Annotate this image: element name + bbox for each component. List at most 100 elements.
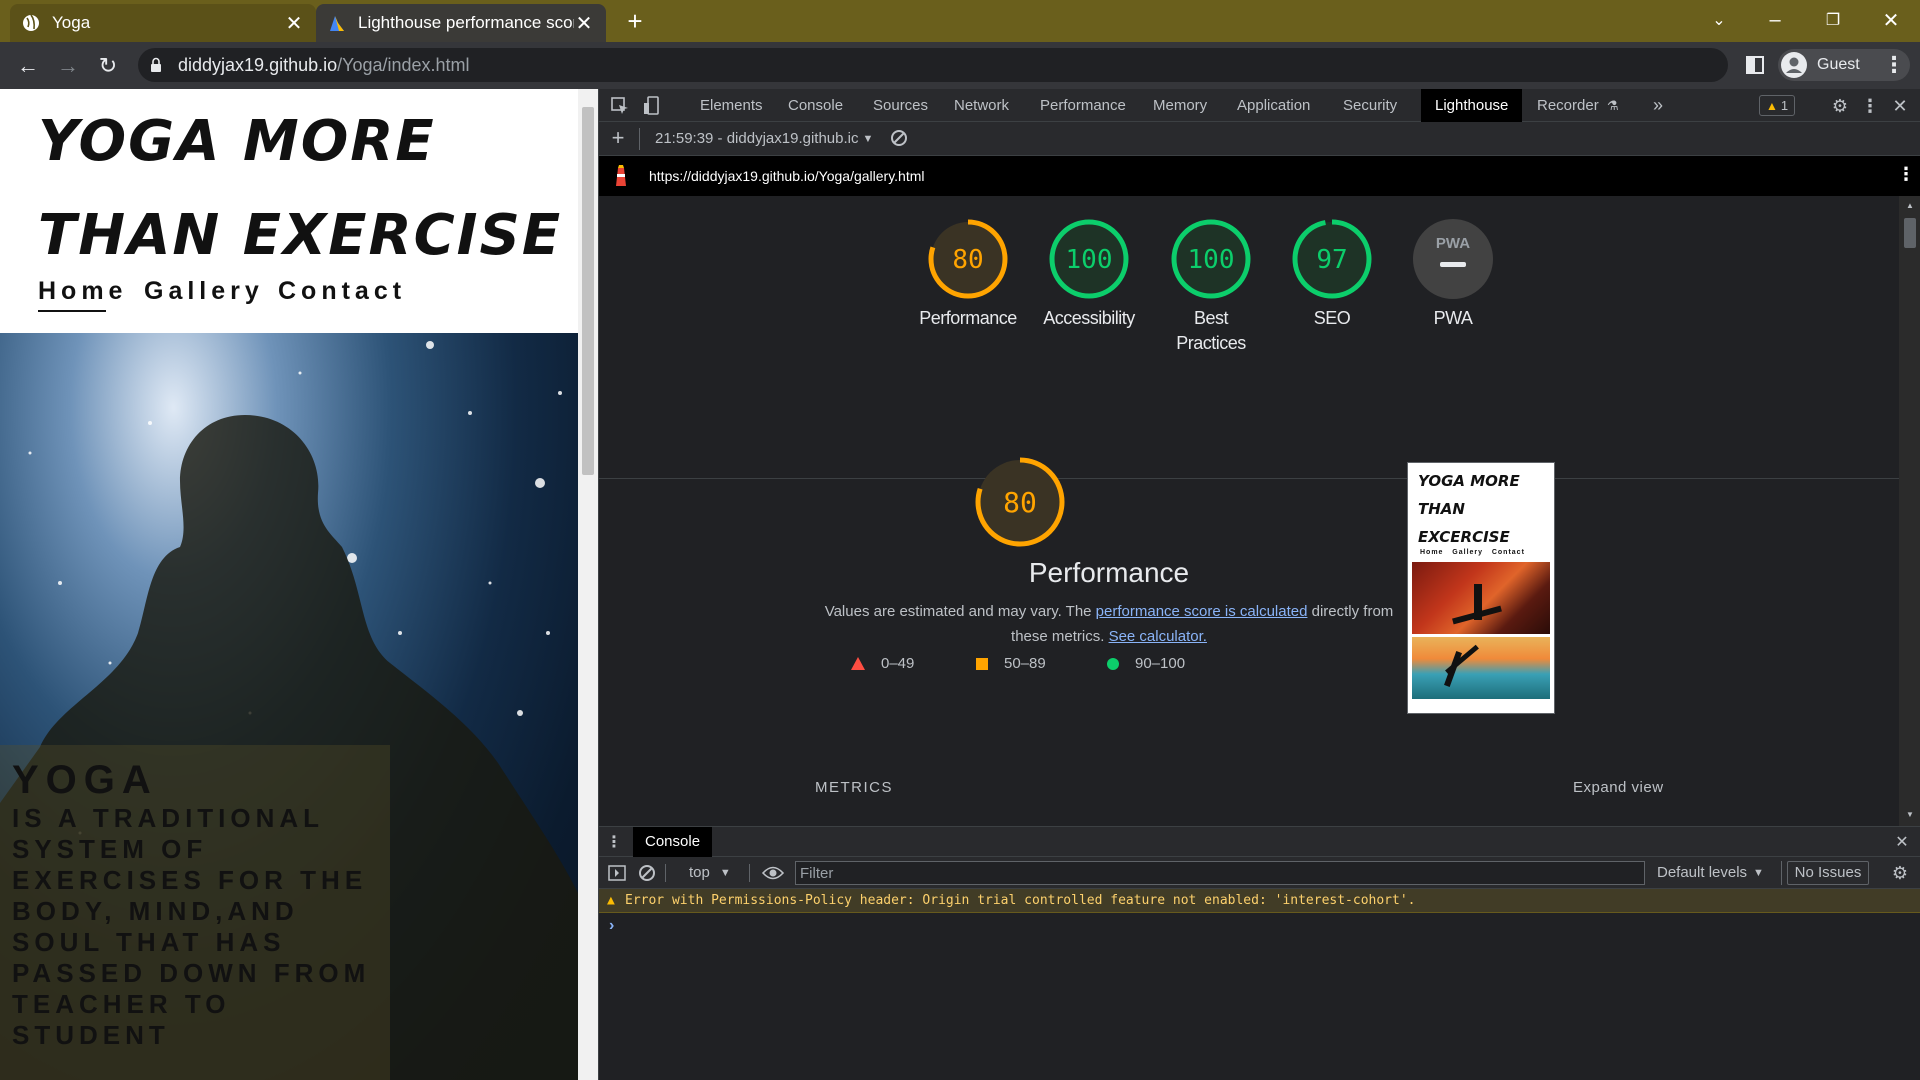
report-scrollbar[interactable]: ▲ ▼ [1899,196,1920,826]
new-tab-button[interactable]: + [620,7,650,37]
gauge-seo-label: SEO [1313,308,1351,328]
site-nav-home[interactable]: Home [38,277,127,312]
see-calculator-link[interactable]: See calculator. [1109,628,1207,645]
clear-console-icon[interactable] [637,863,657,883]
console-warning-message[interactable]: ▲ Error with Permissions-Policy header: … [599,889,1920,913]
pwa-badge-icon: PWA [1413,219,1493,299]
more-tabs-icon[interactable]: » [1653,89,1663,122]
close-drawer-icon[interactable]: ✕ [1891,831,1913,853]
report-menu-kebab-icon[interactable]: ⋮ [1897,164,1915,185]
gauge-seo[interactable]: 97 SEO [1272,218,1392,331]
gauge-performance-label: Performance [919,308,1017,328]
gauge-best-practices[interactable]: 100 Best Practices [1151,218,1271,356]
toolbar-divider [1781,861,1782,885]
address-bar[interactable]: diddyjax19.github.io/Yoga/index.html [138,48,1728,82]
browser-toolbar: ← → ↻ diddyjax19.github.io/Yoga/index.ht… [0,42,1920,89]
active-nav-underline [38,310,106,312]
toolbar-divider [639,128,640,150]
gauge-accessibility-value: 100 [1066,245,1113,275]
legend-average: 50–89 [976,655,1046,672]
close-devtools-icon[interactable]: ✕ [1889,95,1911,117]
log-levels-dropdown[interactable]: Default levels ▼ [1657,864,1764,881]
final-screenshot-thumbnail[interactable]: YOGA MORE THAN EXCERCISE Home Gallery Co… [1407,462,1555,714]
issues-badge[interactable]: ▲ 1 [1759,95,1795,116]
forward-button[interactable]: → [54,52,82,80]
drawer-menu-kebab-icon[interactable]: ⋮ [606,831,622,853]
back-button[interactable]: ← [14,52,42,80]
drawer-tab-console[interactable]: Console [633,827,713,857]
scroll-down-arrow-icon[interactable]: ▼ [1906,810,1914,819]
devtools-tab-application[interactable]: Application [1237,89,1310,122]
devtools-tab-security[interactable]: Security [1343,89,1397,122]
hero-heading: YOGA [12,758,158,802]
site-nav-contact[interactable]: Contact [278,277,406,306]
devtools-tab-performance[interactable]: Performance [1040,89,1126,122]
devtools-tab-console[interactable]: Console [788,89,843,122]
close-tab-icon[interactable]: ✕ [574,11,594,36]
settings-gear-icon[interactable]: ⚙ [1829,95,1851,117]
minimize-button[interactable]: – [1746,0,1804,40]
experiment-flask-icon: ⚗ [1606,98,1619,113]
reload-button[interactable]: ↻ [94,52,122,80]
scroll-up-arrow-icon[interactable]: ▲ [1906,201,1914,210]
report-url[interactable]: https://diddyjax19.github.io/Yoga/galler… [649,168,925,184]
gauge-seo-ring: 97 [1292,219,1372,299]
restore-button[interactable]: ❐ [1804,0,1862,40]
console-toolbar: top ▼ Filter Default levels ▼ No Issues … [599,857,1920,889]
site-nav-gallery[interactable]: Gallery [144,277,264,306]
context-value: top [689,864,710,881]
legend-pass-range: 90–100 [1135,655,1186,672]
log-levels-value: Default levels [1657,864,1748,881]
live-expression-eye-icon[interactable] [761,863,785,883]
report-scrollbar-thumb[interactable] [1904,218,1916,248]
browser-title-bar: Yoga ✕ Lighthouse performance scoring ✕ … [0,0,1920,42]
report-selector-dropdown[interactable]: 21:59:39 - diddyjax19.github.ic ▼ [655,130,873,147]
thumbnail-nav: Home Gallery Contact [1420,549,1525,556]
lock-icon[interactable] [150,57,162,73]
url-host: diddyjax19.github.io [178,54,338,75]
page-scrollbar[interactable] [578,89,598,1080]
menu-kebab-icon[interactable]: ⋮ [1882,52,1906,78]
performance-score-link[interactable]: performance score is calculated [1096,603,1308,620]
side-panel-icon[interactable] [1744,54,1766,76]
gauge-performance-value: 80 [952,245,983,275]
devtools-tab-network[interactable]: Network [954,89,1009,122]
devtools-tab-lighthouse[interactable]: Lighthouse [1421,89,1523,122]
gauge-pwa[interactable]: PWA PWA [1393,218,1513,331]
gauge-performance[interactable]: 80 Performance [908,218,1028,331]
issues-button[interactable]: No Issues [1787,861,1869,885]
device-toolbar-icon[interactable] [641,95,663,117]
sidebar-toggle-icon[interactable] [607,863,627,883]
legend-fail-range: 0–49 [881,655,915,672]
close-tab-icon[interactable]: ✕ [284,11,304,36]
devtools-tab-elements[interactable]: Elements [700,89,763,122]
browser-tab-lighthouse[interactable]: Lighthouse performance scoring ✕ [316,4,606,42]
gauge-accessibility[interactable]: 100 Accessibility [1029,218,1149,331]
tab-title: Lighthouse performance scoring [358,13,574,32]
devtools-tab-recorder[interactable]: Recorder ⚗ [1537,89,1619,122]
new-report-plus-icon[interactable]: + [607,125,629,150]
hero-text: IS A TRADITIONAL SYSTEM OF EXERCISES FOR… [12,803,371,1050]
console-filter-input[interactable]: Filter [795,861,1645,885]
recorder-label: Recorder [1537,97,1599,114]
expand-view-toggle[interactable]: Expand view [1573,779,1664,796]
devtools-menu-kebab-icon[interactable]: ⋮ [1861,95,1879,117]
console-prompt-chevron-icon[interactable]: › [609,917,614,935]
browser-tab-yoga[interactable]: Yoga ✕ [10,4,316,42]
close-window-button[interactable]: ✕ [1862,0,1920,40]
toolbar-divider [665,864,666,882]
dropdown-arrow-icon: ▼ [719,866,731,879]
console-settings-gear-icon[interactable]: ⚙ [1889,862,1911,884]
tab-title: Yoga [52,13,91,32]
tab-search-chevron-icon[interactable]: ⌄ [1690,0,1748,40]
site-title: YOGA MORE THAN EXERCISE [38,109,563,268]
devtools-tab-sources[interactable]: Sources [873,89,928,122]
gauge-accessibility-ring: 100 [1049,219,1129,299]
page-scrollbar-thumb[interactable] [582,107,594,475]
performance-big-score: 80 [1003,486,1037,519]
filter-placeholder: Filter [800,865,834,882]
context-selector[interactable]: top ▼ [689,864,731,881]
clear-reports-icon[interactable] [889,128,909,148]
inspect-element-icon[interactable] [609,95,631,117]
devtools-tab-memory[interactable]: Memory [1153,89,1207,122]
